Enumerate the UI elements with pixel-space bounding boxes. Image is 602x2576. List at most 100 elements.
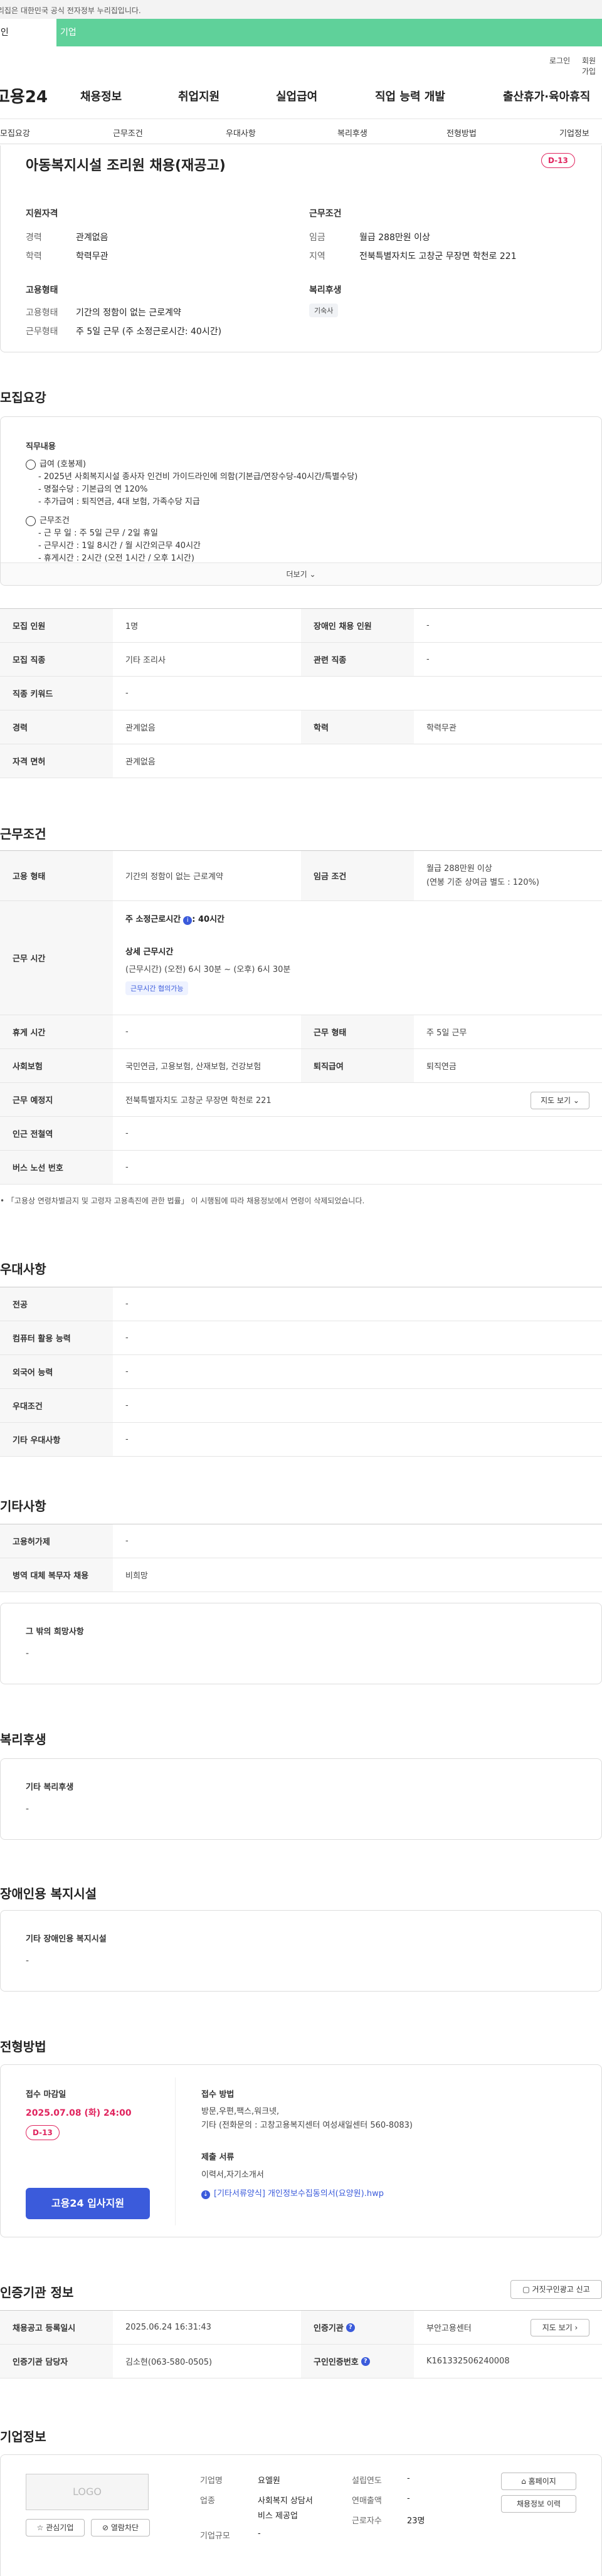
row-value: 비희망 — [125, 1571, 148, 1581]
login-link[interactable]: 로그인 — [549, 55, 570, 66]
conditions-section-title: 근무조건 — [0, 826, 46, 842]
job-summary-card: 아동복지시설 조리원 채용(재공고) D-13 지원자격 경력 관계없음 학력 … — [0, 145, 602, 352]
gnb-item-maternity[interactable]: 출산휴가·육아휴직 — [503, 88, 590, 104]
method-label: 접수 방법 — [201, 2090, 235, 2099]
company-employees-label: 근로자수 — [352, 2516, 382, 2526]
subnav-conditions[interactable]: 근무조건 — [113, 127, 143, 139]
row-header: 우대조건 — [0, 1389, 113, 1422]
row-header: 근무 시간 — [0, 901, 113, 1015]
favorite-company-button[interactable]: ☆ 관심기업 — [26, 2519, 85, 2536]
welfare-card: 기타 복리후생 - — [0, 1758, 602, 1840]
preference-section-title: 우대사항 — [0, 1262, 46, 1277]
more-button[interactable]: 더보기 ⌄ — [1, 562, 601, 585]
map-button[interactable]: 지도 보기 ⌄ — [531, 1092, 589, 1109]
row-header: 경력 — [0, 710, 113, 744]
duty-content: 급여 (호봉제) - 2025년 사회복지시설 종사자 인건비 가이드라인에 의… — [26, 458, 357, 565]
edu-label: 학력 — [26, 251, 42, 261]
row-header: 직종 키워드 — [0, 677, 113, 710]
subnav-welfare[interactable]: 복리후생 — [337, 127, 367, 139]
info-icon[interactable]: ? — [346, 2323, 355, 2332]
region-label: 지역 — [309, 251, 325, 261]
tab-personal-label: 개인 — [0, 28, 9, 38]
info-icon[interactable]: ? — [361, 2357, 370, 2366]
subnav-preference[interactable]: 우대사항 — [226, 127, 256, 139]
subnav-recruit[interactable]: 모집요강 — [0, 127, 30, 139]
welfare-other-value: - — [26, 1804, 29, 1814]
row-header: 임금 조건 — [301, 851, 414, 900]
company-industry-label: 업종 — [200, 2496, 215, 2506]
table-row: 근무 예정지 전북특별자치도 고창군 무장면 학천로 221 지도 보기 ⌄ — [0, 1083, 602, 1117]
gnb-item-jobs[interactable]: 채용정보 — [80, 88, 122, 104]
row-value: - — [426, 621, 430, 630]
site-logo[interactable]: 고용24 — [0, 84, 48, 107]
homepage-label: 홈페이지 — [528, 2477, 556, 2486]
table-row: 사회보험 국민연금, 고용보험, 산재보험, 건강보험 퇴직급여 퇴직연금 — [0, 1049, 602, 1083]
duty-line: - 근 무 일 : 주 5일 근무 / 2일 휴일 — [38, 529, 158, 538]
table-row: 인근 전철역 - — [0, 1117, 602, 1151]
gnb-item-skills[interactable]: 직업 능력 개발 — [375, 88, 445, 104]
row-header: 기타 우대사항 — [0, 1423, 113, 1456]
row-header: 휴게 시간 — [0, 1015, 113, 1048]
worktype-value: 주 5일 근무 (주 소정근로시간: 40시간) — [76, 327, 222, 337]
subnav-selection[interactable]: 전형방법 — [446, 127, 477, 139]
gnb-item-employment-support[interactable]: 취업지원 — [178, 88, 219, 104]
info-icon[interactable]: i — [183, 916, 193, 925]
selection-card: 접수 마감일 2025.07.08 (화) 24:00 D-13 고용24 입사… — [0, 2064, 602, 2237]
attachment-link[interactable]: ↓ [기타서류양식] 개인정보수집동의서(요양원).hwp — [201, 2187, 384, 2199]
company-sales-value: - — [407, 2494, 410, 2503]
row-header: 인근 전철역 — [0, 1117, 113, 1150]
duty-label: 직무내용 — [26, 442, 56, 451]
docs-value: 이력서,자기소개서 — [201, 2170, 264, 2180]
row-value: 국민연금, 고용보험, 산재보험, 건강보험 — [125, 1062, 261, 1072]
row-value: - — [125, 1367, 129, 1376]
row-value: 기간의 정함이 없는 근로계약 — [125, 872, 223, 882]
row-header: 고용허가제 — [0, 1524, 113, 1558]
divider — [175, 2077, 176, 2225]
table-row: 외국어 능력 - — [0, 1355, 602, 1389]
company-sales-label: 연매출액 — [352, 2496, 382, 2506]
agency-map-button[interactable]: 지도 보기 › — [531, 2319, 589, 2336]
wage-label: 임금 — [309, 233, 325, 243]
row-header: 사회보험 — [0, 1049, 113, 1082]
agency-label: 인증기관 — [314, 2324, 344, 2333]
radio-circle-icon — [26, 459, 36, 470]
section-subnav: 모집요강 근무조건 우대사항 복리후생 전형방법 기업정보 — [0, 119, 602, 144]
home-icon: ⌂ — [521, 2477, 526, 2486]
welfare-section-title: 복리후생 — [0, 1732, 46, 1747]
table-row: 휴게 시간 - 근무 형태 주 5일 근무 — [0, 1015, 602, 1049]
apply-button[interactable]: 고용24 입사지원 — [26, 2188, 150, 2219]
tab-company[interactable]: 기업 — [56, 19, 602, 46]
report-fake-ad-button[interactable]: ▢ 거짓구인광고 신고 — [510, 2280, 602, 2299]
duty-card: 직무내용 급여 (호봉제) - 2025년 사회복지시설 종사자 인건비 가이드… — [0, 416, 602, 586]
company-size-label: 기업규모 — [200, 2531, 230, 2541]
homepage-button[interactable]: ⌂ 홈페이지 — [501, 2473, 576, 2490]
agency-map-label: 지도 보기 — [542, 2323, 573, 2332]
company-name-label: 기업명 — [200, 2476, 223, 2486]
gov-banner-text: 이 누리집은 대한민국 공식 전자정부 누리집입니다. — [0, 6, 141, 15]
age-notice: • 「고용상 연령차별금지 및 고령자 고용촉진에 관한 법률」 이 시행됨에 … — [0, 1196, 365, 1205]
wage-condition-line: (연봉 기준 상여금 별도 : 120%) — [426, 877, 539, 887]
row-value: - — [125, 1163, 129, 1172]
weekly-hours: 주 소정근로시간 i: 40시간 — [125, 912, 224, 925]
disabled-section-title: 장애인용 복지시설 — [0, 1886, 97, 1901]
row-value: 관계없음 — [125, 724, 156, 733]
tab-personal[interactable]: 개인 — [0, 19, 56, 46]
row-value: - — [125, 1027, 129, 1037]
wage-condition: 월급 288만원 이상 (연봉 기준 상여금 별도 : 120%) — [414, 851, 539, 900]
table-row: 경력 관계없음 학력 학력무관 — [0, 710, 602, 744]
other-hope-value: - — [26, 1649, 29, 1659]
welfare-label: 복리후생 — [309, 285, 342, 295]
duty-line: 급여 (호봉제) — [40, 460, 87, 469]
subnav-company[interactable]: 기업정보 — [559, 127, 589, 139]
table-row: 인증기관 담당자 김소현(063-580-0505) 구인인증번호? K1613… — [0, 2345, 602, 2378]
radio-circle-icon — [26, 515, 36, 526]
gnb-item-unemployment-benefit[interactable]: 실업급여 — [276, 88, 317, 104]
row-header: 인증기관? — [301, 2311, 414, 2344]
duty-line: 근무조건 — [40, 516, 70, 525]
method-value: 방문,우편,팩스,워크넷, 기타 (전화문의 : 고창고용복지센터 여성새일센터… — [201, 2105, 413, 2133]
table-row: 전공 - — [0, 1287, 602, 1321]
chevron-down-icon: ⌄ — [573, 1096, 579, 1105]
block-company-button[interactable]: ⊘ 열람차단 — [91, 2519, 150, 2536]
row-header: 자격 면허 — [0, 744, 113, 778]
job-history-button[interactable]: 채용정보 이력 — [501, 2495, 576, 2513]
